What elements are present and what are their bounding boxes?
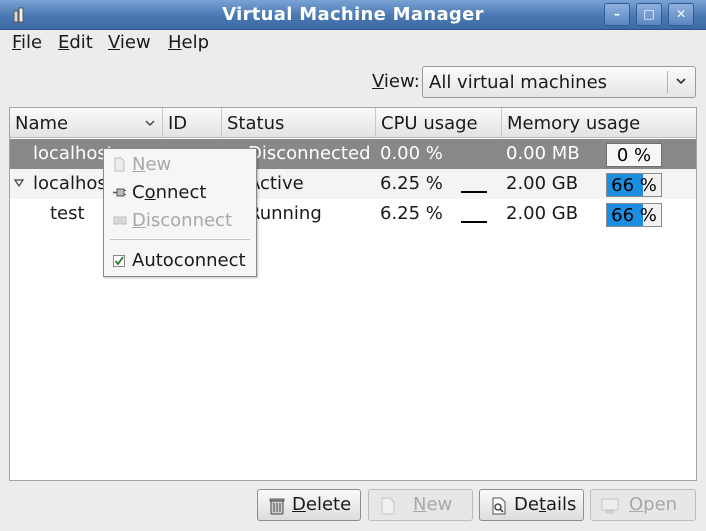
title-bar[interactable]: Virtual Machine Manager – □ ✕ [0, 0, 706, 30]
column-header-id[interactable]: ID [163, 108, 222, 138]
close-button[interactable]: ✕ [668, 3, 694, 26]
checkmark-icon[interactable] [112, 253, 127, 268]
context-menu-disconnect[interactable]: Disconnect [104, 208, 256, 234]
context-menu: New Connect Disconnect Autoconnect [103, 148, 257, 277]
menu-file[interactable]: File [12, 32, 42, 53]
new-button[interactable]: New [368, 489, 473, 521]
menu-help[interactable]: Help [168, 32, 209, 53]
context-menu-separator [110, 239, 250, 240]
details-document-icon [492, 497, 506, 515]
memory-progress-bar: 66 % [606, 203, 662, 227]
row-cpu: 6.25 % [380, 173, 443, 194]
column-header-name[interactable]: Name [10, 108, 163, 138]
view-filter-value: All virtual machines [429, 72, 608, 93]
column-header-row: Name ID Status CPU usage Memory usage [10, 108, 696, 138]
maximize-icon: □ [643, 7, 655, 21]
memory-progress-bar: 66 % [606, 173, 662, 197]
row-name: test [50, 203, 85, 224]
row-status: Running [248, 203, 322, 224]
open-button[interactable]: Open [590, 489, 696, 521]
plug-icon [113, 188, 126, 197]
expander-triangle-icon[interactable] [14, 178, 24, 188]
trash-icon [269, 498, 285, 515]
delete-button[interactable]: Delete [257, 489, 361, 521]
memory-progress-bar: 0 % [606, 143, 662, 167]
menu-edit[interactable]: Edit [58, 32, 93, 53]
view-filter-label: View: [372, 71, 420, 92]
row-cpu: 0.00 % [380, 143, 443, 164]
row-name: localhost [33, 173, 114, 194]
unplug-icon [113, 216, 127, 225]
chevron-down-icon [676, 78, 686, 85]
menu-view[interactable]: View [108, 32, 151, 53]
row-memory: 0.00 MB [506, 143, 580, 164]
close-icon: ✕ [675, 7, 687, 21]
row-name: localhost [33, 143, 114, 164]
window-title: Virtual Machine Manager [222, 4, 484, 25]
cpu-sparkline [461, 221, 487, 223]
context-menu-new[interactable]: New [104, 152, 256, 178]
context-menu-connect[interactable]: Connect [104, 180, 256, 206]
context-menu-autoconnect[interactable]: Autoconnect [104, 248, 256, 274]
view-filter-dropdown[interactable]: All virtual machines [422, 66, 696, 98]
cpu-sparkline [461, 191, 487, 193]
memory-percent-text: 66 % [611, 175, 657, 196]
minimize-button[interactable]: – [604, 3, 630, 26]
column-header-status[interactable]: Status [222, 108, 376, 138]
menu-bar: File Edit View Help [0, 30, 706, 58]
new-document-icon [114, 157, 125, 172]
memory-percent-text: 0 % [616, 145, 652, 166]
new-document-icon [381, 497, 395, 515]
sort-chevron-icon [145, 120, 155, 126]
minimize-icon: – [614, 7, 620, 21]
column-header-memory[interactable]: Memory usage [502, 108, 696, 138]
details-button[interactable]: Details [479, 489, 584, 521]
memory-percent-text: 66 % [611, 205, 657, 226]
row-memory: 2.00 GB [506, 203, 579, 224]
column-header-cpu[interactable]: CPU usage [376, 108, 502, 138]
monitor-icon [601, 498, 619, 514]
row-cpu: 6.25 % [380, 203, 443, 224]
maximize-button[interactable]: □ [636, 3, 662, 26]
dropdown-separator [667, 71, 668, 93]
row-memory: 2.00 GB [506, 173, 579, 194]
row-status: Disconnected [248, 143, 371, 164]
